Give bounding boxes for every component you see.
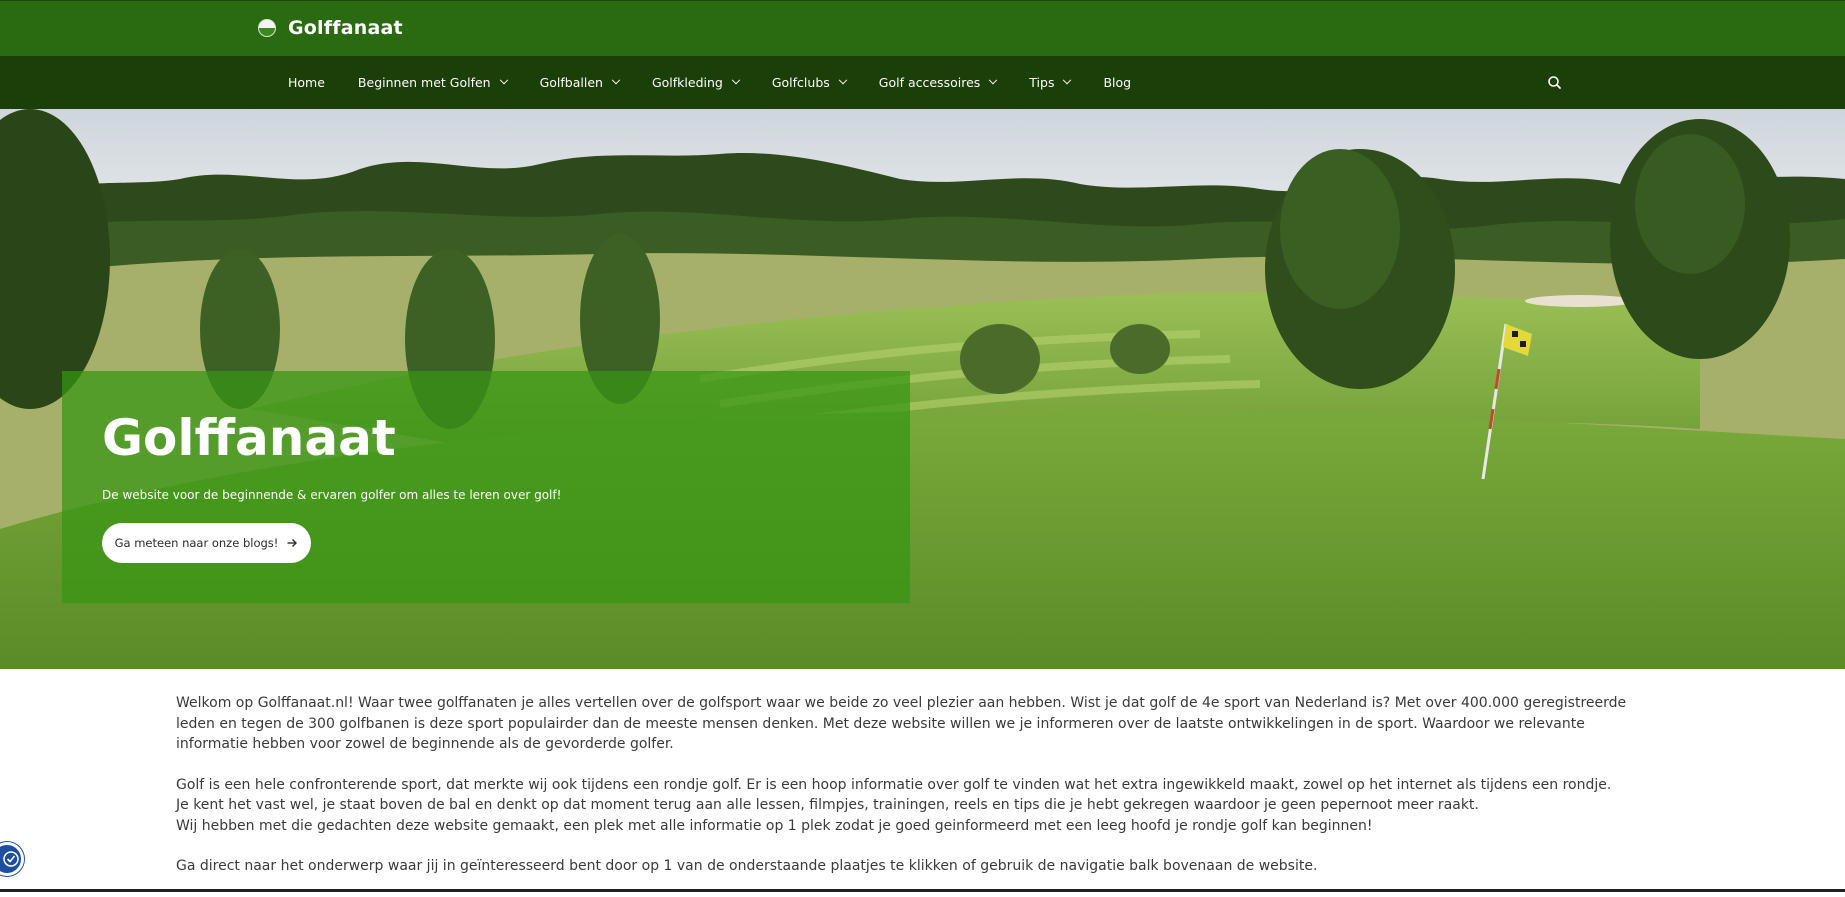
nav-item-label: Home [288,75,325,90]
chevron-down-icon [731,75,741,84]
intro-line: Golf is een hele confronterende sport, d… [176,776,1612,793]
hero-subtitle: De website voor de beginnende & ervaren … [102,488,562,502]
nav-item-label: Golfclubs [771,75,830,90]
site-brand-link[interactable]: Golffanaat [258,17,403,39]
nav-item-label: Golfballen [539,75,603,90]
chevron-down-icon [838,75,848,84]
site-title: Golffanaat [288,17,403,39]
nav-item-golf-accessoires[interactable]: Golf accessoires [878,56,998,109]
intro-paragraph-group: Golf is een hele confronterende sport, d… [176,775,1636,837]
intro-line: Je kent het vast wel, je staat boven de … [176,797,1479,813]
search-button[interactable] [1546,74,1564,92]
chevron-down-icon [499,75,508,84]
main-navigation: Home Beginnen met Golfen Golfballen Golf… [0,56,1845,109]
hero-overlay-box: Golffanaat De website voor de beginnende… [62,371,910,603]
golf-logo-icon [258,19,276,37]
hero-section: Golffanaat De website voor de beginnende… [0,109,1845,669]
cta-label: Ga meteen naar onze blogs! [114,536,279,550]
nav-item-label: Beginnen met Golfen [357,75,491,90]
blogs-cta-button[interactable]: Ga meteen naar onze blogs! [102,523,311,563]
chevron-down-icon [611,75,621,84]
nav-item-golfclubs[interactable]: Golfclubs [771,56,848,109]
chevron-down-icon [1063,75,1072,84]
intro-content: Welkom op Golffanaat.nl! Waar twee golff… [176,693,1636,897]
nav-item-tips[interactable]: Tips [1029,56,1072,109]
nav-item-blog[interactable]: Blog [1103,56,1131,109]
hero-title: Golffanaat [102,409,396,467]
nav-item-beginnen-met-golfen[interactable]: Beginnen met Golfen [357,56,508,109]
nav-list: Home Beginnen met Golfen Golfballen Golf… [288,56,1164,109]
intro-paragraph: Ga direct naar het onderwerp waar jij in… [176,858,1318,874]
nav-item-label: Golfkleding [651,75,723,90]
accessibility-icon [3,851,19,867]
top-brand-bar: Golffanaat [0,0,1845,56]
chevron-down-icon [989,75,998,84]
nav-item-label: Golf accessoires [878,75,981,90]
nav-item-home[interactable]: Home [288,56,325,109]
nav-item-golfballen[interactable]: Golfballen [539,56,621,109]
arrow-right-icon [287,539,298,547]
intro-paragraph: Welkom op Golffanaat.nl! Waar twee golff… [176,695,1627,752]
nav-item-label: Blog [1103,75,1132,90]
nav-item-label: Tips [1029,75,1055,90]
accessibility-button[interactable] [0,842,24,876]
nav-item-golfkleding[interactable]: Golfkleding [651,56,741,109]
search-icon [1548,76,1561,89]
intro-line: Wij hebben met die gedachten deze websit… [176,817,1373,834]
